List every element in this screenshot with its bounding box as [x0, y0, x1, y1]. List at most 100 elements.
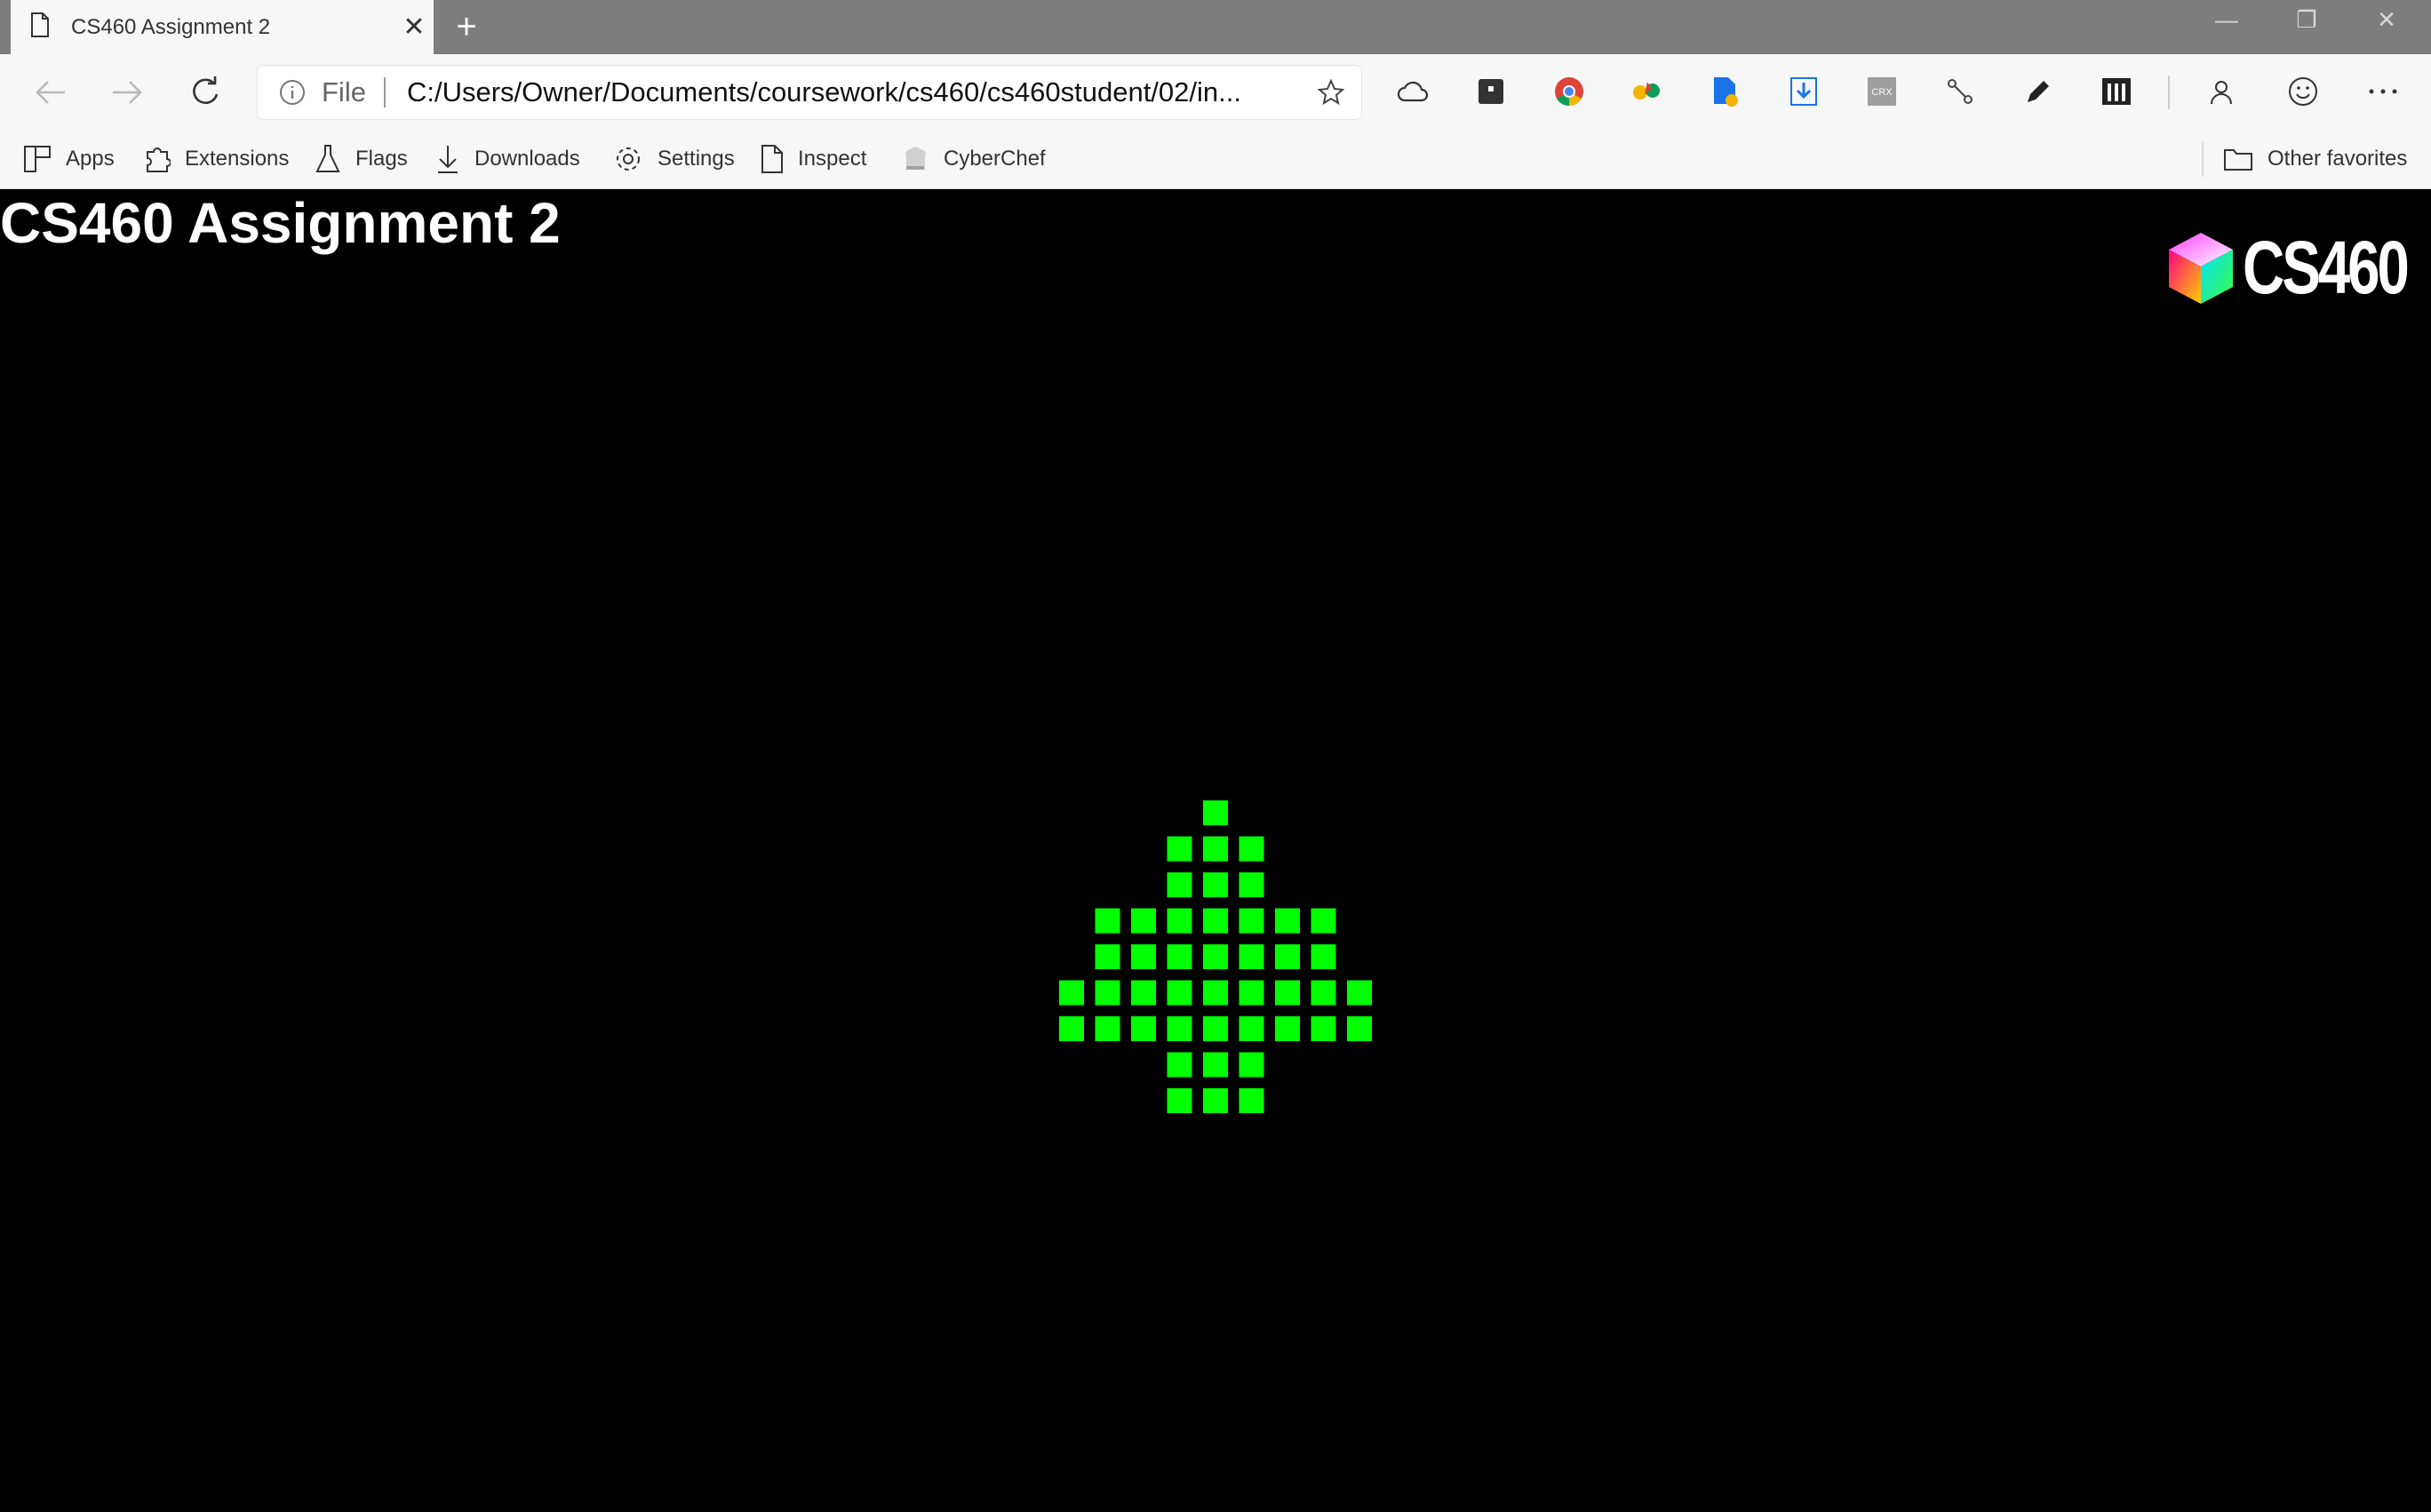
- svg-text:CRX: CRX: [1871, 87, 1893, 98]
- green-square: [1167, 980, 1192, 1006]
- bookmark-apps[interactable]: Apps: [23, 142, 115, 176]
- profile-icon[interactable]: [2204, 74, 2239, 109]
- document-download-icon[interactable]: [1708, 74, 1743, 109]
- back-arrow-icon: [36, 81, 65, 104]
- refresh-icon: [193, 76, 219, 105]
- bookmark-label: Flags: [355, 147, 408, 171]
- green-dot-pattern: [1059, 800, 1372, 1113]
- other-favorites-folder[interactable]: Other favorites: [2223, 142, 2407, 176]
- page-icon: [30, 12, 50, 42]
- bookmark-inspect[interactable]: Inspect: [761, 142, 866, 176]
- apps-grid-icon: [24, 146, 51, 172]
- green-square: [1311, 944, 1336, 969]
- green-square: [1095, 1016, 1120, 1041]
- flask-icon: [315, 145, 340, 172]
- close-window-button[interactable]: ✕: [2351, 0, 2422, 39]
- gear-icon: [617, 147, 640, 171]
- toolbar-divider: [2168, 76, 2170, 109]
- green-square: [1275, 1016, 1300, 1041]
- green-square: [1311, 908, 1336, 934]
- bookmark-cyberchef[interactable]: CyberChef: [901, 142, 1046, 176]
- bookmarks-bar: Apps Extensions Flags Downloads Settings…: [0, 131, 2431, 189]
- green-square: [1167, 1016, 1192, 1041]
- pencil-icon[interactable]: [2021, 74, 2056, 109]
- columns-icon[interactable]: [2099, 74, 2134, 109]
- dark-box-icon[interactable]: [1473, 74, 1509, 109]
- green-square: [1239, 944, 1264, 969]
- green-square: [1203, 980, 1228, 1006]
- browser-tab[interactable]: CS460 Assignment 2 ✕: [11, 0, 434, 54]
- download-arrow-icon[interactable]: [1786, 74, 1821, 109]
- address-scheme: File: [322, 76, 366, 107]
- green-square: [1203, 800, 1228, 825]
- restore-button[interactable]: ❐: [2271, 0, 2342, 39]
- bookmark-extensions[interactable]: Extensions: [144, 142, 289, 176]
- favorite-star-button[interactable]: [1317, 78, 1345, 111]
- new-tab-button[interactable]: +: [444, 5, 489, 50]
- page-icon: [761, 145, 783, 173]
- green-square: [1275, 944, 1300, 969]
- green-square: [1095, 944, 1120, 969]
- green-square: [1275, 980, 1300, 1006]
- info-icon[interactable]: [279, 79, 306, 106]
- green-square: [1131, 908, 1156, 934]
- address-bar[interactable]: File C:/Users/Owner/Documents/coursework…: [258, 66, 1361, 119]
- forward-arrow-icon: [113, 81, 142, 104]
- green-square: [1131, 944, 1156, 969]
- bookmark-label: Apps: [66, 147, 115, 171]
- folder-icon: [2224, 149, 2252, 171]
- green-square: [1167, 944, 1192, 969]
- green-square: [1131, 1016, 1156, 1041]
- green-square: [1203, 908, 1228, 934]
- green-square: [1239, 836, 1264, 862]
- address-url[interactable]: C:/Users/Owner/Documents/coursework/cs46…: [407, 76, 1278, 108]
- bookmark-label: Inspect: [798, 147, 867, 171]
- green-square: [1239, 980, 1264, 1006]
- green-square: [1167, 836, 1192, 862]
- bookmark-label: Extensions: [185, 147, 290, 171]
- page-content: CS460 Assignment 2 CS460: [0, 189, 2431, 1512]
- download-icon: [438, 146, 458, 173]
- star-add-icon: [1317, 78, 1345, 106]
- minimize-button[interactable]: —: [2191, 0, 2262, 39]
- green-square: [1203, 944, 1228, 969]
- bookmarks-divider: [2202, 141, 2204, 177]
- green-square: [1203, 1088, 1228, 1113]
- feedback-smiley-icon[interactable]: [2285, 74, 2321, 109]
- puzzle-icon: [147, 147, 171, 172]
- green-square: [1311, 980, 1336, 1006]
- green-square: [1167, 1088, 1192, 1113]
- green-square: [1203, 1016, 1228, 1041]
- title-bar: CS460 Assignment 2 ✕ + — ❐ ✕: [0, 0, 2431, 54]
- green-square: [1203, 1052, 1228, 1078]
- green-square: [1347, 980, 1372, 1006]
- address-divider: [383, 77, 386, 107]
- scissors-icon[interactable]: [1942, 74, 1978, 109]
- green-square: [1059, 1016, 1084, 1041]
- forward-button[interactable]: [105, 70, 149, 115]
- green-square: [1311, 1016, 1336, 1041]
- green-square: [1203, 836, 1228, 862]
- back-button[interactable]: [28, 70, 73, 115]
- navigation-bar: File C:/Users/Owner/Documents/coursework…: [0, 54, 2431, 131]
- crx-icon[interactable]: CRX: [1864, 74, 1900, 109]
- bookmark-settings[interactable]: Settings: [613, 142, 735, 176]
- green-square: [1203, 872, 1228, 897]
- green-square: [1347, 1016, 1372, 1041]
- green-square: [1167, 1052, 1192, 1078]
- tab-close-button[interactable]: ✕: [395, 12, 434, 43]
- refresh-button[interactable]: [183, 70, 227, 115]
- bookmark-downloads[interactable]: Downloads: [435, 142, 580, 176]
- bookmark-label: CyberChef: [944, 147, 1046, 171]
- bookmark-label: Settings: [658, 147, 735, 171]
- colorful-extension-icon[interactable]: [1630, 74, 1665, 109]
- green-square: [1239, 872, 1264, 897]
- other-favorites-label: Other favorites: [2268, 147, 2408, 171]
- chrome-icon[interactable]: [1551, 74, 1587, 109]
- green-square: [1239, 908, 1264, 934]
- green-square: [1095, 908, 1120, 934]
- green-square: [1275, 908, 1300, 934]
- more-menu-icon[interactable]: [2365, 74, 2401, 109]
- cloud-icon[interactable]: [1395, 74, 1431, 109]
- bookmark-flags[interactable]: Flags: [315, 142, 408, 176]
